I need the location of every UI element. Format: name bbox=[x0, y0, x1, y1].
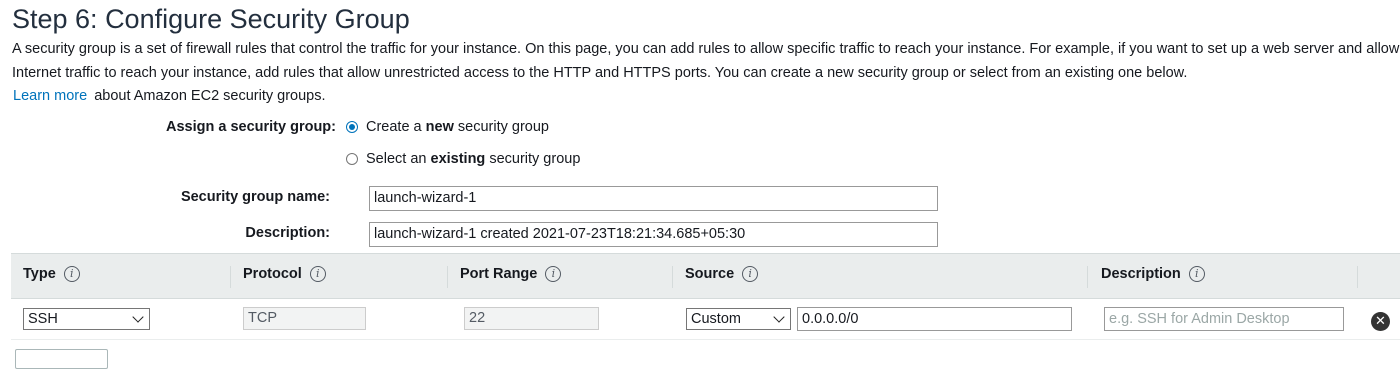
info-icon[interactable]: i bbox=[1188, 266, 1205, 282]
intro-paragraph: A security group is a set of firewall ru… bbox=[12, 38, 1400, 109]
close-circle-icon[interactable]: ✕ bbox=[1371, 312, 1390, 331]
info-icon[interactable]: i bbox=[742, 266, 759, 282]
info-icon[interactable]: i bbox=[545, 266, 562, 282]
security-group-name-label: Security group name: bbox=[180, 189, 330, 205]
info-icon[interactable]: i bbox=[63, 266, 80, 282]
header-protocol[interactable]: Protocol i bbox=[243, 266, 326, 282]
description-label: Description: bbox=[245, 225, 330, 241]
assign-security-group-label: Assign a security group: bbox=[165, 119, 336, 135]
radio-select-existing-group[interactable]: Select an existing security group bbox=[346, 151, 580, 167]
radio-create-new-group[interactable]: Create a new security group bbox=[346, 119, 549, 135]
header-type[interactable]: Type i bbox=[23, 266, 80, 282]
column-divider bbox=[447, 266, 448, 288]
source-cidr-input[interactable]: 0.0.0.0/0 bbox=[797, 307, 1072, 331]
protocol-field: TCP bbox=[243, 307, 366, 330]
column-divider bbox=[1087, 266, 1088, 288]
header-port-range[interactable]: Port Range i bbox=[460, 266, 562, 282]
intro-text: A security group is a set of firewall ru… bbox=[12, 41, 1400, 81]
rules-table-header: Type i Protocol i Port Range i Source i Desc… bbox=[11, 253, 1400, 299]
source-select[interactable]: Custom bbox=[686, 308, 791, 330]
page-title: Step 6: Configure Security Group bbox=[12, 4, 410, 34]
learn-more-suffix: about Amazon EC2 security groups. bbox=[94, 88, 326, 104]
radio-button-unselected[interactable] bbox=[346, 153, 358, 165]
learn-more-link[interactable]: Learn more bbox=[12, 88, 87, 104]
type-select[interactable]: SSH bbox=[23, 308, 150, 330]
info-icon[interactable]: i bbox=[309, 266, 326, 282]
column-divider bbox=[230, 266, 231, 288]
header-description[interactable]: Description i bbox=[1101, 266, 1205, 282]
radio-button-selected[interactable] bbox=[346, 121, 358, 133]
column-divider bbox=[672, 266, 673, 288]
rule-description-input[interactable]: e.g. SSH for Admin Desktop bbox=[1104, 307, 1344, 331]
radio-create-new-label: Create a new security group bbox=[366, 119, 549, 135]
chevron-down-icon bbox=[132, 311, 144, 323]
radio-select-existing-label: Select an existing security group bbox=[366, 151, 581, 167]
column-divider bbox=[1357, 266, 1358, 288]
security-group-name-input[interactable]: launch-wizard-1 bbox=[369, 186, 938, 211]
chevron-down-icon bbox=[773, 311, 785, 323]
port-range-field: 22 bbox=[464, 307, 599, 330]
description-input[interactable]: launch-wizard-1 created 2021-07-23T18:21… bbox=[369, 222, 938, 247]
add-rule-button[interactable] bbox=[15, 349, 108, 369]
header-source[interactable]: Source i bbox=[685, 266, 759, 282]
